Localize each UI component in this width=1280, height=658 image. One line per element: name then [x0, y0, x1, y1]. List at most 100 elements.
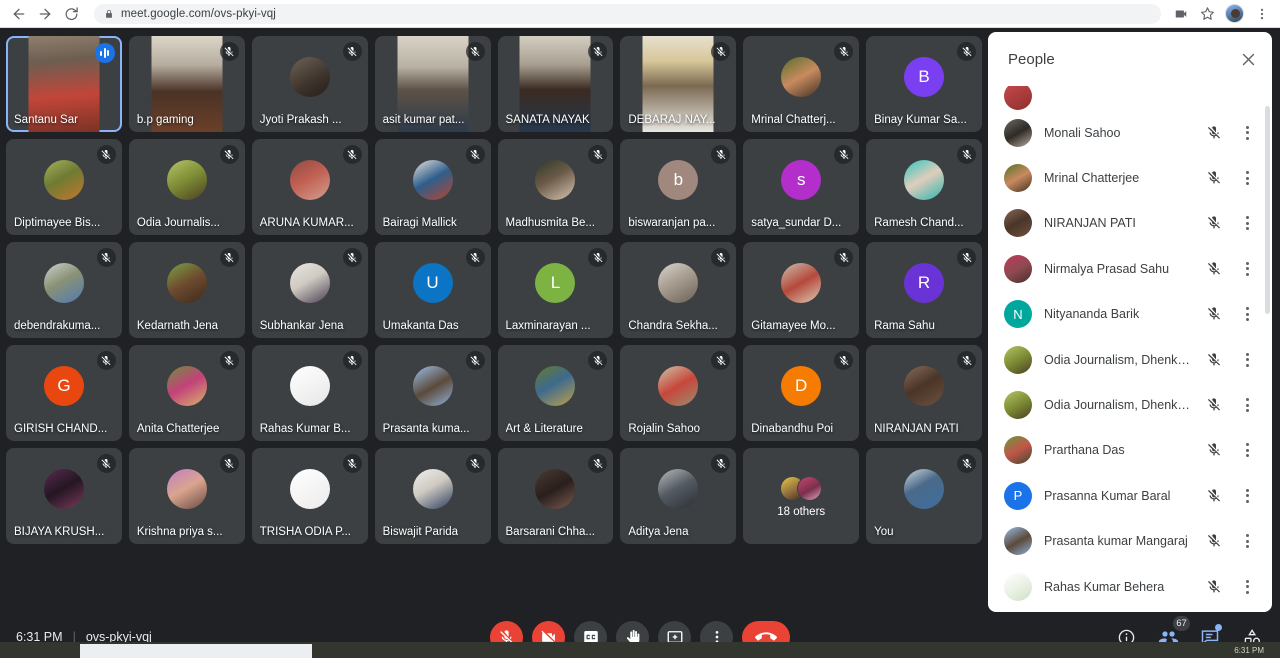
more-vertical-icon[interactable]	[1236, 171, 1258, 186]
chrome-menu-icon[interactable]	[1250, 2, 1274, 26]
participant-tile[interactable]: Ramesh Chand...	[866, 139, 982, 235]
participant-tile[interactable]: Mrinal Chatterj...	[743, 36, 860, 132]
address-bar[interactable]: meet.google.com/ovs-pkyi-vqj	[94, 3, 1161, 24]
participant-tile[interactable]: b biswaranjan pa...	[620, 139, 737, 235]
people-list[interactable]: Monali Sahoo Mrinal Chatterjee NIRANJAN PA…	[988, 86, 1272, 612]
participant-tile[interactable]: Madhusmita Be...	[497, 139, 614, 235]
people-list-item[interactable]: Odia Journalism, Dhenka...	[988, 382, 1268, 427]
participant-name: Odia Journalism, Dhenka...	[1044, 352, 1192, 367]
participant-tile[interactable]: Chandra Sekha...	[620, 242, 737, 338]
participant-tile[interactable]: Kedarnath Jena	[128, 242, 245, 338]
participant-tile[interactable]: Bairagi Mallick	[374, 139, 491, 235]
people-list-item[interactable]: Prasanta kumar Mangaraj	[988, 519, 1268, 564]
mic-off-icon[interactable]	[1204, 168, 1224, 188]
participant-tile[interactable]: Odia Journalis...	[128, 139, 245, 235]
participant-tile[interactable]: s satya_sundar D...	[743, 139, 860, 235]
participant-tile[interactable]: Subhankar Jena	[251, 242, 368, 338]
mic-off-icon[interactable]	[1204, 259, 1224, 279]
more-vertical-icon[interactable]	[1236, 216, 1258, 231]
participant-tile[interactable]: Art & Literature	[497, 345, 614, 441]
people-list-scrollbar[interactable]	[1265, 106, 1270, 314]
participant-tile[interactable]: debendrakuma...	[6, 242, 122, 338]
mic-off-icon	[219, 351, 239, 370]
participant-tile[interactable]: Aditya Jena	[620, 448, 737, 544]
participant-tile[interactable]: Rojalin Sahoo	[620, 345, 737, 441]
star-icon[interactable]	[1195, 2, 1219, 26]
participant-tile[interactable]: Krishna priya s...	[128, 448, 245, 544]
participant-tile[interactable]: B Binay Kumar Sa...	[866, 36, 982, 132]
more-vertical-icon[interactable]	[1236, 261, 1258, 276]
more-vertical-icon[interactable]	[1236, 534, 1258, 549]
participant-tile[interactable]: ARUNA KUMAR...	[251, 139, 368, 235]
forward-button[interactable]	[32, 1, 58, 27]
participant-tile[interactable]: Prasanta kuma...	[374, 345, 491, 441]
participant-tile[interactable]: Diptimayee Bis...	[6, 139, 122, 235]
participant-name: Jyoti Prakash ...	[259, 114, 342, 126]
mic-off-icon[interactable]	[1204, 440, 1224, 460]
participant-tile[interactable]: Rahas Kumar B...	[251, 345, 368, 441]
people-list-item[interactable]: Odia Journalism, Dhenka...	[988, 337, 1268, 382]
more-vertical-icon[interactable]	[1236, 398, 1258, 413]
people-list-item[interactable]: P Prasanna Kumar Baral	[988, 473, 1268, 518]
mic-off-icon[interactable]	[1204, 395, 1224, 415]
mic-off-icon[interactable]	[1204, 350, 1224, 370]
mic-off-icon[interactable]	[1204, 486, 1224, 506]
participant-tile[interactable]: SANATA NAYAK	[497, 36, 614, 132]
reload-button[interactable]	[58, 1, 84, 27]
participant-tile[interactable]: Santanu Sar	[6, 36, 122, 132]
participant-tile[interactable]: NIRANJAN PATI	[866, 345, 982, 441]
avatar	[166, 160, 207, 200]
more-vertical-icon[interactable]	[1236, 579, 1258, 594]
people-list-item[interactable]: Prarthana Das	[988, 428, 1268, 473]
participant-tile[interactable]: U Umakanta Das	[374, 242, 491, 338]
participant-tile[interactable]: D Dinabandhu Poi	[743, 345, 860, 441]
participant-tile[interactable]: Jyoti Prakash ...	[251, 36, 368, 132]
close-icon[interactable]	[1232, 43, 1264, 75]
people-list-item[interactable]	[988, 86, 1268, 110]
mic-off-icon[interactable]	[1204, 304, 1224, 324]
mic-off-icon[interactable]	[1204, 577, 1224, 597]
participant-tile[interactable]: Biswajit Parida	[374, 448, 491, 544]
avatar	[289, 263, 330, 303]
participant-tile[interactable]: Anita Chatterjee	[128, 345, 245, 441]
camera-indicator-icon[interactable]	[1169, 2, 1193, 26]
people-list-item[interactable]: Mrinal Chatterjee	[988, 155, 1268, 200]
mic-off-icon[interactable]	[1204, 213, 1224, 233]
more-vertical-icon[interactable]	[1236, 352, 1258, 367]
more-vertical-icon[interactable]	[1236, 125, 1258, 140]
participant-tile[interactable]: DEBARAJ NAY...	[620, 36, 737, 132]
participant-name: You	[874, 526, 894, 538]
people-list-item[interactable]: N Nityananda Barik	[988, 292, 1268, 337]
people-list-item[interactable]: Nirmalya Prasad Sahu	[988, 246, 1268, 291]
participant-tile[interactable]: L Laxminarayan ...	[497, 242, 614, 338]
more-vertical-icon[interactable]	[1236, 307, 1258, 322]
participant-name: Subhankar Jena	[259, 320, 344, 332]
participant-name: Rahas Kumar B...	[259, 423, 351, 435]
os-window-thumbnail[interactable]	[80, 644, 312, 658]
back-button[interactable]	[6, 1, 32, 27]
people-list-item[interactable]: Rahas Kumar Behera	[988, 564, 1268, 609]
people-list-item[interactable]: Monali Sahoo	[988, 110, 1268, 155]
participant-name: Umakanta Das	[382, 320, 459, 332]
participant-tile[interactable]: You	[866, 448, 982, 544]
mic-off-icon[interactable]	[1204, 123, 1224, 143]
participant-tile[interactable]: b.p gaming	[128, 36, 245, 132]
participant-tile[interactable]: BIJAYA KRUSH...	[6, 448, 122, 544]
participant-name: Kedarnath Jena	[136, 320, 219, 332]
participant-tile[interactable]: R Rama Sahu	[866, 242, 982, 338]
participant-tile[interactable]: Barsarani Chha...	[497, 448, 614, 544]
participant-tile[interactable]: asit kumar pat...	[374, 36, 491, 132]
more-vertical-icon[interactable]	[1236, 443, 1258, 458]
participant-name: Prasanna Kumar Baral	[1044, 488, 1171, 503]
mic-off-icon[interactable]	[1204, 531, 1224, 551]
mic-off-icon	[588, 248, 608, 267]
participant-tile[interactable]: 18 others	[743, 448, 860, 544]
participant-tile[interactable]: G GIRISH CHAND...	[6, 345, 122, 441]
more-vertical-icon[interactable]	[1236, 488, 1258, 503]
browser-actions	[1169, 2, 1274, 26]
participant-tile[interactable]: TRISHA ODIA P...	[251, 448, 368, 544]
participant-tile[interactable]: Gitamayee Mo...	[743, 242, 860, 338]
profile-avatar[interactable]	[1225, 4, 1244, 23]
avatar	[781, 263, 822, 303]
people-list-item[interactable]: NIRANJAN PATI	[988, 201, 1268, 246]
